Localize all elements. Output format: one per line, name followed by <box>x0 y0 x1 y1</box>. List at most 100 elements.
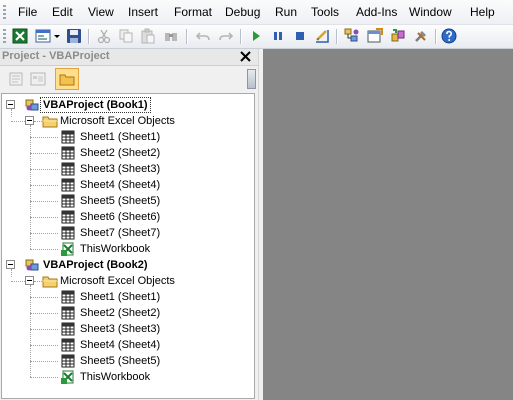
tree-connector <box>30 233 58 234</box>
menu-edit[interactable]: Edit <box>52 5 73 19</box>
tree-connector <box>30 185 58 186</box>
tree-sheet-node[interactable]: Sheet3 (Sheet3) <box>2 321 252 337</box>
menu-tools[interactable]: Tools <box>311 5 339 19</box>
project-tree[interactable]: VBAProject (Book1) Microsoft Excel Object… <box>1 93 255 399</box>
view-object-icon[interactable] <box>28 70 48 88</box>
object-browser-icon[interactable] <box>390 28 406 44</box>
view-code-icon[interactable] <box>6 70 26 88</box>
menu-insert[interactable]: Insert <box>128 5 158 19</box>
collapse-icon[interactable] <box>25 116 34 125</box>
pane-toolbar-overflow-button[interactable] <box>247 69 256 89</box>
tree-sheet-node[interactable]: Sheet1 (Sheet1) <box>2 129 252 145</box>
tree-connector <box>11 281 25 282</box>
code-workspace[interactable] <box>263 49 513 400</box>
worksheet-icon <box>60 177 76 193</box>
menubar-grip[interactable] <box>3 5 6 19</box>
save-icon[interactable] <box>66 28 82 44</box>
tree-connector <box>30 249 58 250</box>
help-icon[interactable] <box>441 28 457 44</box>
tree-connector <box>30 285 31 377</box>
undo-icon[interactable] <box>195 28 211 44</box>
sheet-label: Sheet3 (Sheet3) <box>80 163 161 175</box>
find-icon[interactable] <box>163 28 179 44</box>
menu-file[interactable]: File <box>18 5 37 19</box>
tree-sheet-node[interactable]: Sheet4 (Sheet4) <box>2 337 252 353</box>
tree-connector <box>30 313 58 314</box>
copy-icon[interactable] <box>118 28 134 44</box>
toggle-folders-icon[interactable] <box>55 68 79 90</box>
vba-project-icon <box>24 257 40 273</box>
tree-workbook-node[interactable]: ThisWorkbook <box>2 369 252 385</box>
worksheet-icon <box>60 321 76 337</box>
worksheet-icon <box>60 225 76 241</box>
worksheet-icon <box>60 145 76 161</box>
sheet-label: Sheet4 (Sheet4) <box>80 179 161 191</box>
sheet-label: Sheet5 (Sheet5) <box>80 355 161 367</box>
collapse-icon[interactable] <box>6 100 15 109</box>
cut-icon[interactable] <box>96 28 112 44</box>
tree-sheet-node[interactable]: Sheet1 (Sheet1) <box>2 289 252 305</box>
project-explorer-icon[interactable] <box>344 28 360 44</box>
menu-format[interactable]: Format <box>174 5 212 19</box>
insert-userform-icon[interactable] <box>35 28 51 44</box>
worksheet-icon <box>60 161 76 177</box>
sheet-label: Sheet1 (Sheet1) <box>80 131 161 143</box>
toolbox-icon[interactable] <box>413 28 429 44</box>
tree-connector <box>30 169 58 170</box>
menu-debug[interactable]: Debug <box>225 5 260 19</box>
tree-sheet-node[interactable]: Sheet5 (Sheet5) <box>2 193 252 209</box>
tree-sheet-node[interactable]: Sheet2 (Sheet2) <box>2 305 252 321</box>
tree-connector <box>30 217 58 218</box>
tree-project-node[interactable]: VBAProject (Book1) <box>2 97 252 113</box>
menu-run[interactable]: Run <box>275 5 297 19</box>
run-icon[interactable] <box>248 28 264 44</box>
project-name: VBAProject (Book1) <box>40 97 151 113</box>
menu-window[interactable]: Window <box>409 5 452 19</box>
menu-help[interactable]: Help <box>470 5 495 19</box>
design-mode-icon[interactable] <box>314 28 330 44</box>
sheet-label: Sheet1 (Sheet1) <box>80 291 161 303</box>
pane-title-bar[interactable]: Project - VBAProject <box>0 49 258 66</box>
close-icon[interactable] <box>239 50 252 63</box>
menu-bar: File Edit View Insert Format Debug Run T… <box>0 0 513 25</box>
tree-sheet-node[interactable]: Sheet5 (Sheet5) <box>2 353 252 369</box>
tree-connector <box>30 361 58 362</box>
tree-connector <box>30 297 58 298</box>
menu-add-ins[interactable]: Add-Ins <box>356 5 397 19</box>
sheet-label: Sheet5 (Sheet5) <box>80 195 161 207</box>
tree-connector <box>30 329 58 330</box>
sheet-label: Sheet4 (Sheet4) <box>80 339 161 351</box>
tree-sheet-node[interactable]: Sheet2 (Sheet2) <box>2 145 252 161</box>
standard-toolbar <box>0 25 513 49</box>
break-icon[interactable] <box>270 28 286 44</box>
collapse-icon[interactable] <box>6 260 15 269</box>
tree-connector <box>30 153 58 154</box>
tree-folder-node[interactable]: Microsoft Excel Objects <box>2 113 252 129</box>
paste-icon[interactable] <box>140 28 156 44</box>
reset-icon[interactable] <box>292 28 308 44</box>
worksheet-icon <box>60 353 76 369</box>
menu-view[interactable]: View <box>88 5 114 19</box>
tree-folder-node[interactable]: Microsoft Excel Objects <box>2 273 252 289</box>
tree-sheet-node[interactable]: Sheet6 (Sheet6) <box>2 209 252 225</box>
toolbar-separator <box>336 29 338 44</box>
dropdown-arrow-icon[interactable] <box>53 28 61 44</box>
properties-window-icon[interactable] <box>367 28 383 44</box>
worksheet-icon <box>60 337 76 353</box>
tree-connector <box>30 137 58 138</box>
collapse-icon[interactable] <box>25 276 34 285</box>
tree-sheet-node[interactable]: Sheet4 (Sheet4) <box>2 177 252 193</box>
tree-sheet-node[interactable]: Sheet3 (Sheet3) <box>2 161 252 177</box>
toolbar-grip[interactable] <box>3 29 6 44</box>
project-pane-toolbar <box>0 66 258 92</box>
tree-workbook-node[interactable]: ThisWorkbook <box>2 241 252 257</box>
tree-connector <box>34 281 42 282</box>
tree-sheet-node[interactable]: Sheet7 (Sheet7) <box>2 225 252 241</box>
workbook-icon <box>60 369 76 385</box>
tree-project-node[interactable]: VBAProject (Book2) <box>2 257 252 273</box>
folder-label: Microsoft Excel Objects <box>60 275 175 287</box>
folder-icon <box>42 113 58 129</box>
excel-icon[interactable] <box>12 28 28 44</box>
redo-icon[interactable] <box>218 28 234 44</box>
worksheet-icon <box>60 209 76 225</box>
